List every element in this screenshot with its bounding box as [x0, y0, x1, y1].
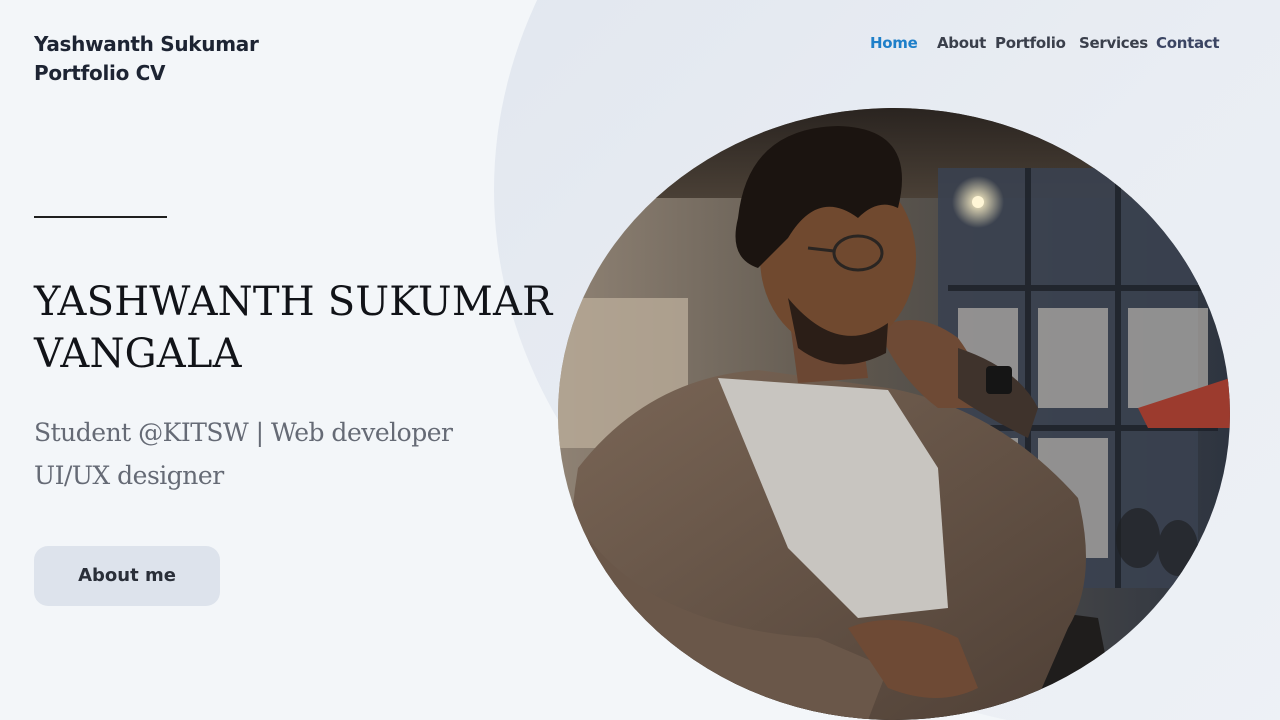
hero-name-line1: YASHWANTH SUKUMAR [34, 279, 553, 325]
heading-divider [34, 216, 167, 218]
main-nav: Home About Portfolio Services Contact [870, 34, 1220, 52]
nav-home[interactable]: Home [870, 34, 937, 52]
site-brand[interactable]: Yashwanth Sukumar Portfolio CV [34, 30, 259, 88]
portrait-photo-icon [558, 108, 1230, 720]
brand-subtitle: Portfolio CV [34, 61, 166, 85]
hero-page: Yashwanth Sukumar Portfolio CV Home Abou… [0, 0, 1280, 720]
nav-services[interactable]: Services [1079, 34, 1156, 52]
tagline-line1: Student @KITSW | Web developer [34, 418, 453, 447]
hero-name: YASHWANTH SUKUMAR VANGALA [34, 276, 553, 380]
nav-portfolio[interactable]: Portfolio [995, 34, 1079, 52]
about-me-button[interactable]: About me [34, 546, 220, 606]
brand-name: Yashwanth Sukumar [34, 32, 259, 56]
profile-photo [558, 108, 1230, 720]
hero-tagline: Student @KITSW | Web developer UI/UX des… [34, 411, 453, 497]
nav-about[interactable]: About [937, 34, 995, 52]
hero-name-line2: VANGALA [34, 331, 242, 377]
tagline-line2: UI/UX designer [34, 461, 224, 490]
nav-contact[interactable]: Contact [1156, 34, 1220, 52]
